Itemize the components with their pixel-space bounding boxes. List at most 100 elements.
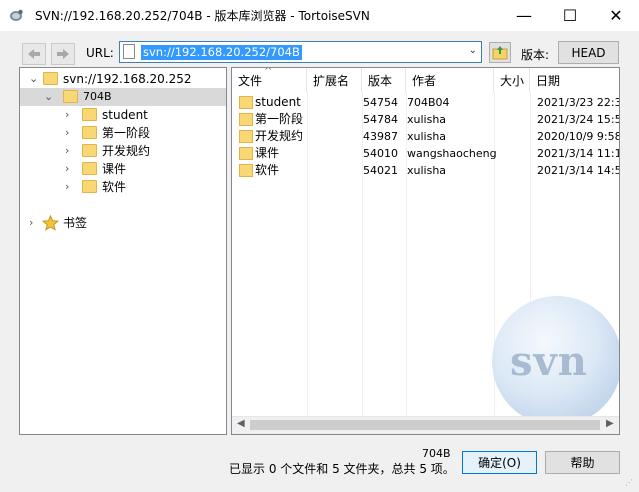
folder-up-icon bbox=[492, 46, 508, 60]
cell-revision: 54784 bbox=[363, 113, 398, 126]
tortoisesvn-app-icon bbox=[10, 9, 23, 21]
help-button[interactable]: 帮助 bbox=[545, 451, 620, 474]
tree-item-stage1[interactable]: › 第一阶段 bbox=[20, 124, 226, 142]
scroll-left-icon[interactable]: ◀ bbox=[237, 418, 245, 429]
status-revision: 704B bbox=[422, 447, 451, 460]
folder-icon bbox=[82, 162, 97, 175]
cell-revision: 54010 bbox=[363, 147, 398, 160]
cell-date: 2021/3/23 22:33 bbox=[537, 96, 620, 109]
table-row[interactable]: 软件 54021 xulisha 2021/3/14 14:56 bbox=[232, 162, 620, 179]
tree-item-repo[interactable]: ⌄ 704B bbox=[20, 88, 226, 106]
forward-button[interactable] bbox=[51, 43, 75, 65]
column-header-revision[interactable]: 版本 bbox=[362, 68, 406, 92]
folder-icon bbox=[63, 90, 78, 103]
chevron-right-icon[interactable]: › bbox=[65, 124, 75, 142]
ok-button[interactable]: 确定(O) bbox=[462, 451, 537, 474]
url-label: URL: bbox=[86, 46, 114, 60]
table-row[interactable]: student 54754 704B04 2021/3/23 22:33 bbox=[232, 94, 620, 111]
cell-date: 2021/3/24 15:50 bbox=[537, 113, 620, 126]
watermark-text: svn bbox=[510, 338, 588, 385]
minimize-button[interactable]: — bbox=[501, 0, 547, 31]
chevron-right-icon[interactable]: › bbox=[65, 142, 75, 160]
chevron-down-icon[interactable]: ⌄ bbox=[469, 45, 477, 56]
maximize-button[interactable]: ☐ bbox=[547, 0, 593, 31]
chevron-right-icon[interactable]: › bbox=[29, 214, 39, 232]
url-value[interactable]: svn://192.168.20.252/704B bbox=[141, 45, 302, 60]
resize-grip-icon[interactable]: ⋰ bbox=[625, 478, 633, 487]
tree-item-courseware[interactable]: › 课件 bbox=[20, 160, 226, 178]
table-row[interactable]: 课件 54010 wangshaocheng 2021/3/14 11:19 bbox=[232, 145, 620, 162]
scrollbar-thumb[interactable] bbox=[250, 420, 600, 430]
file-list[interactable]: 文件 ^ 扩展名 版本 作者 大小 日期 svn student 54754 7… bbox=[231, 67, 620, 435]
cell-name: 软件 bbox=[255, 163, 280, 177]
folder-icon bbox=[239, 147, 253, 160]
repository-tree[interactable]: ⌄ svn://192.168.20.252 ⌄ 704B › student … bbox=[19, 67, 227, 435]
chevron-right-icon[interactable]: › bbox=[65, 178, 75, 196]
cell-date: 2021/3/14 11:19 bbox=[537, 147, 620, 160]
tree-item-bookmarks[interactable]: › 书签 bbox=[20, 214, 226, 232]
chevron-right-icon[interactable]: › bbox=[65, 160, 75, 178]
folder-icon bbox=[239, 164, 253, 177]
back-button[interactable] bbox=[22, 43, 46, 65]
cell-name: 课件 bbox=[255, 146, 280, 160]
tree-item-label: 第一阶段 bbox=[102, 126, 151, 140]
column-header-size[interactable]: 大小 bbox=[494, 68, 530, 92]
folder-icon bbox=[82, 126, 97, 139]
column-header-date[interactable]: 日期 bbox=[530, 68, 619, 92]
status-text: 已显示 0 个文件和 5 文件夹，总共 5 项。 bbox=[229, 462, 455, 476]
tree-item-root[interactable]: ⌄ svn://192.168.20.252 bbox=[20, 70, 226, 88]
chevron-down-icon[interactable]: ⌄ bbox=[44, 88, 54, 106]
cell-date: 2020/10/9 9:58:2 bbox=[537, 130, 619, 143]
cell-name: 第一阶段 bbox=[255, 112, 304, 126]
tree-item-label: 书签 bbox=[63, 216, 88, 230]
tree-item-label: student bbox=[102, 108, 148, 122]
close-button[interactable]: ✕ bbox=[593, 0, 639, 31]
column-header-author[interactable]: 作者 bbox=[406, 68, 494, 92]
folder-icon bbox=[239, 113, 253, 126]
tree-item-label: 704B bbox=[83, 90, 112, 103]
arrow-right-icon bbox=[57, 49, 69, 59]
star-icon bbox=[42, 215, 59, 231]
tree-item-label: 课件 bbox=[102, 162, 127, 176]
cell-author: xulisha bbox=[407, 113, 447, 126]
tree-item-software[interactable]: › 软件 bbox=[20, 178, 226, 196]
cell-author: 704B04 bbox=[407, 96, 450, 109]
tree-item-label: 开发规约 bbox=[102, 144, 151, 158]
cell-author: xulisha bbox=[407, 164, 447, 177]
title-bar: SVN://192.168.20.252/704B - 版本库浏览器 - Tor… bbox=[0, 0, 639, 31]
cell-author: wangshaocheng bbox=[407, 147, 497, 160]
window-title: SVN://192.168.20.252/704B - 版本库浏览器 - Tor… bbox=[35, 9, 370, 23]
table-row[interactable]: 第一阶段 54784 xulisha 2021/3/24 15:50 bbox=[232, 111, 620, 128]
head-revision-button[interactable]: HEAD bbox=[558, 41, 619, 64]
repo-browser-window: SVN://192.168.20.252/704B - 版本库浏览器 - Tor… bbox=[0, 0, 639, 492]
arrow-left-icon bbox=[28, 49, 40, 59]
tree-item-label: svn://192.168.20.252 bbox=[63, 72, 192, 86]
cell-revision: 54021 bbox=[363, 164, 398, 177]
sort-arrow-icon: ^ bbox=[264, 67, 273, 77]
horizontal-scrollbar[interactable]: ◀ ▶ bbox=[232, 416, 619, 434]
tree-item-label: 软件 bbox=[102, 180, 127, 194]
column-header-file[interactable]: 文件 ^ bbox=[232, 68, 307, 92]
scroll-right-icon[interactable]: ▶ bbox=[606, 418, 614, 429]
folder-icon bbox=[82, 180, 97, 193]
tree-item-student[interactable]: › student bbox=[20, 106, 226, 124]
chevron-down-icon[interactable]: ⌄ bbox=[29, 70, 39, 88]
cell-name: student bbox=[255, 95, 301, 109]
folder-icon bbox=[239, 130, 253, 143]
cell-date: 2021/3/14 14:56 bbox=[537, 164, 620, 177]
svn-watermark-logo: svn bbox=[492, 296, 619, 426]
folder-icon bbox=[43, 72, 58, 85]
folder-icon bbox=[239, 96, 253, 109]
table-row[interactable]: 开发规约 43987 xulisha 2020/10/9 9:58:2 bbox=[232, 128, 619, 145]
cell-author: xulisha bbox=[407, 130, 447, 143]
tree-item-dev-spec[interactable]: › 开发规约 bbox=[20, 142, 226, 160]
column-header-extension[interactable]: 扩展名 bbox=[307, 68, 362, 92]
document-icon bbox=[123, 44, 135, 59]
folder-up-button[interactable] bbox=[489, 42, 511, 63]
cell-name: 开发规约 bbox=[255, 129, 304, 143]
folder-icon bbox=[82, 108, 97, 121]
folder-icon bbox=[82, 144, 97, 157]
url-input[interactable]: svn://192.168.20.252/704B ⌄ bbox=[119, 41, 482, 63]
chevron-right-icon[interactable]: › bbox=[65, 106, 75, 124]
cell-revision: 43987 bbox=[363, 130, 398, 143]
